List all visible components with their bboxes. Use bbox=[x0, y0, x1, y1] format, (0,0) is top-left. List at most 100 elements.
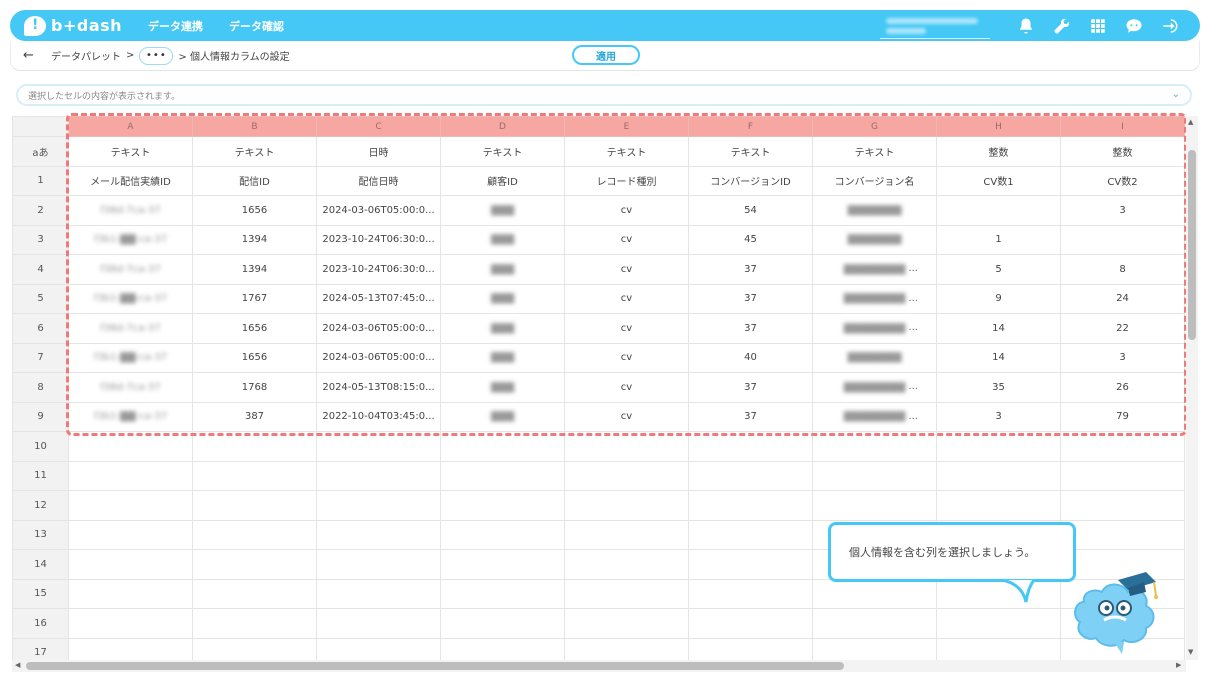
grid-cell[interactable] bbox=[936, 578, 1061, 609]
column-name-cell[interactable]: コンバージョンID bbox=[688, 165, 813, 196]
horizontal-scroll-thumb[interactable] bbox=[26, 662, 844, 670]
grid-cell[interactable]: 2024-05-13T07:45:0... bbox=[316, 283, 441, 314]
logout-icon[interactable] bbox=[1152, 10, 1188, 41]
grid-cell[interactable] bbox=[68, 549, 193, 580]
logo[interactable]: b+dash bbox=[24, 15, 122, 36]
grid-cell[interactable]: ▇▇▇ bbox=[440, 195, 565, 226]
chevron-down-icon[interactable]: ⌄ bbox=[1172, 89, 1180, 100]
grid-cell[interactable] bbox=[812, 431, 937, 462]
grid-cell[interactable]: 2024-05-13T08:15:0... bbox=[316, 372, 441, 403]
grid-cell[interactable]: ▇▇▇ bbox=[440, 313, 565, 344]
column-type-cell[interactable]: テキスト bbox=[812, 136, 937, 167]
grid-cell[interactable]: ▇▇▇▇▇▇▇▇... bbox=[812, 313, 937, 344]
grid-cell[interactable]: f38d-7ca-37 bbox=[68, 195, 193, 226]
grid-cell[interactable] bbox=[688, 637, 813, 660]
grid-cell[interactable]: 14 bbox=[936, 313, 1061, 344]
wrench-icon[interactable] bbox=[1044, 10, 1080, 41]
nav-data-integration[interactable]: データ連携 bbox=[148, 18, 203, 34]
grid-cell[interactable]: cv bbox=[564, 195, 689, 226]
grid-cell[interactable] bbox=[192, 608, 317, 639]
grid-cell[interactable] bbox=[688, 608, 813, 639]
row-number[interactable]: 3 bbox=[12, 224, 69, 255]
user-info[interactable] bbox=[880, 13, 990, 39]
grid-cell[interactable] bbox=[440, 578, 565, 609]
grid-cell[interactable]: cv bbox=[564, 372, 689, 403]
column-type-cell[interactable]: 整数 bbox=[936, 136, 1061, 167]
grid-cell[interactable]: 24 bbox=[1060, 283, 1185, 314]
grid-cell[interactable]: 40 bbox=[688, 342, 813, 373]
grid-cell[interactable] bbox=[316, 637, 441, 660]
grid-cell[interactable] bbox=[564, 460, 689, 491]
apply-button[interactable]: 適用 bbox=[572, 45, 640, 65]
row-number[interactable]: 15 bbox=[12, 578, 69, 609]
grid-cell[interactable]: 5 bbox=[936, 254, 1061, 285]
scroll-up-icon[interactable]: ▲ bbox=[1188, 118, 1193, 126]
row-number[interactable]: 14 bbox=[12, 549, 69, 580]
grid-cell[interactable]: 26 bbox=[1060, 372, 1185, 403]
grid-cell[interactable] bbox=[688, 519, 813, 550]
grid-cell[interactable]: f38d-7ca-37 bbox=[68, 372, 193, 403]
breadcrumb-more-button[interactable]: ••• bbox=[139, 46, 174, 65]
grid-cell[interactable] bbox=[192, 578, 317, 609]
grid-corner[interactable] bbox=[12, 116, 69, 137]
vertical-scroll-thumb[interactable] bbox=[1188, 150, 1196, 340]
column-name-cell[interactable]: 配信ID bbox=[192, 165, 317, 196]
grid-cell[interactable]: 3 bbox=[1060, 342, 1185, 373]
grid-cell[interactable]: 9 bbox=[936, 283, 1061, 314]
grid-cell[interactable]: 2022-10-04T03:45:0... bbox=[316, 401, 441, 432]
grid-cell[interactable]: 1394 bbox=[192, 224, 317, 255]
row-number[interactable]: 7 bbox=[12, 342, 69, 373]
row-number[interactable]: 11 bbox=[12, 460, 69, 491]
grid-cell[interactable]: ▇▇▇ bbox=[440, 254, 565, 285]
column-type-cell[interactable]: テキスト bbox=[688, 136, 813, 167]
grid-cell[interactable] bbox=[936, 195, 1061, 226]
grid-cell[interactable] bbox=[192, 460, 317, 491]
grid-cell[interactable]: 37 bbox=[688, 401, 813, 432]
grid-cell[interactable] bbox=[688, 578, 813, 609]
row-number[interactable]: 2 bbox=[12, 195, 69, 226]
grid-cell[interactable]: f38d-7ca-37 bbox=[68, 254, 193, 285]
column-type-cell[interactable]: 日時 bbox=[316, 136, 441, 167]
grid-cell[interactable]: ▇▇▇ bbox=[440, 283, 565, 314]
row-number[interactable]: 8 bbox=[12, 372, 69, 403]
grid-cell[interactable] bbox=[192, 549, 317, 580]
grid-cell[interactable] bbox=[688, 549, 813, 580]
grid-cell[interactable]: 1656 bbox=[192, 313, 317, 344]
grid-cell[interactable] bbox=[1060, 431, 1185, 462]
grid-cell[interactable] bbox=[316, 490, 441, 521]
column-letter-a[interactable]: A bbox=[68, 116, 193, 137]
grid-cell[interactable] bbox=[688, 490, 813, 521]
grid-cell[interactable] bbox=[812, 608, 937, 639]
grid-cell[interactable] bbox=[688, 431, 813, 462]
scroll-down-icon[interactable]: ▼ bbox=[1188, 648, 1193, 656]
grid-cell[interactable]: 3 bbox=[936, 401, 1061, 432]
grid-cell[interactable]: 387 bbox=[192, 401, 317, 432]
grid-cell[interactable]: ▇▇▇▇▇▇▇ bbox=[812, 195, 937, 226]
grid-cell[interactable]: f3b1-▇▇-ca-37 bbox=[68, 224, 193, 255]
grid-cell[interactable] bbox=[564, 519, 689, 550]
grid-cell[interactable] bbox=[68, 519, 193, 550]
grid-cell[interactable]: 2024-03-06T05:00:0... bbox=[316, 195, 441, 226]
column-name-cell[interactable]: 顧客ID bbox=[440, 165, 565, 196]
back-arrow-icon[interactable]: ← bbox=[23, 48, 39, 63]
grid-cell[interactable]: 37 bbox=[688, 372, 813, 403]
column-type-cell[interactable]: 整数 bbox=[1060, 136, 1185, 167]
row-number[interactable]: 16 bbox=[12, 608, 69, 639]
column-letter-f[interactable]: F bbox=[688, 116, 813, 137]
grid-cell[interactable]: f3b1-▇▇-ca-37 bbox=[68, 342, 193, 373]
row-number[interactable]: 12 bbox=[12, 490, 69, 521]
grid-cell[interactable]: 2024-03-06T05:00:0... bbox=[316, 342, 441, 373]
grid-cell[interactable]: 14 bbox=[936, 342, 1061, 373]
grid-cell[interactable] bbox=[564, 549, 689, 580]
row-number[interactable]: 13 bbox=[12, 519, 69, 550]
grid-cell[interactable] bbox=[564, 431, 689, 462]
grid-cell[interactable] bbox=[68, 460, 193, 491]
grid-cell[interactable] bbox=[440, 431, 565, 462]
grid-cell[interactable] bbox=[1060, 490, 1185, 521]
grid-cell[interactable] bbox=[440, 637, 565, 660]
column-letter-e[interactable]: E bbox=[564, 116, 689, 137]
grid-cell[interactable]: 1768 bbox=[192, 372, 317, 403]
grid-cell[interactable] bbox=[316, 519, 441, 550]
grid-cell[interactable]: 54 bbox=[688, 195, 813, 226]
grid-cell[interactable]: 8 bbox=[1060, 254, 1185, 285]
